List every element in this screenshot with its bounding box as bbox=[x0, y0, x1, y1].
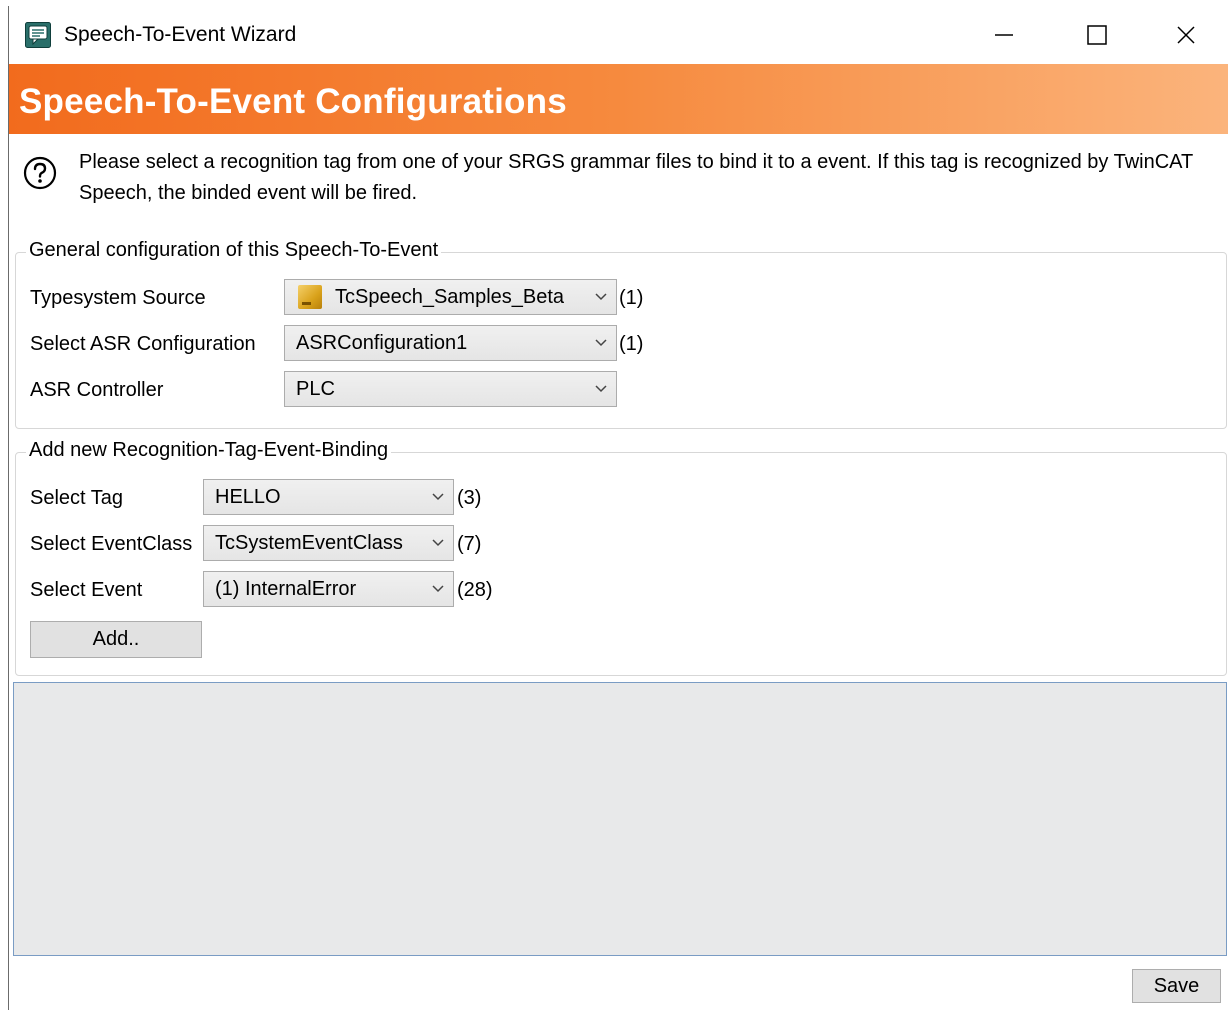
eventclass-select[interactable]: TcSystemEventClass bbox=[203, 525, 454, 561]
event-select[interactable]: (1) InternalError bbox=[203, 571, 454, 607]
minimize-icon bbox=[995, 34, 1013, 36]
add-binding-button[interactable]: Add.. bbox=[30, 621, 202, 658]
group-title-binding: Add new Recognition-Tag-Event-Binding bbox=[26, 439, 392, 462]
event-count: (28) bbox=[457, 579, 493, 601]
chevron-down-icon bbox=[595, 339, 607, 347]
event-value: (1) InternalError bbox=[215, 577, 357, 600]
tag-count: (3) bbox=[457, 487, 482, 509]
asr-controller-label: ASR Controller bbox=[30, 379, 164, 401]
asr-config-value: ASRConfiguration1 bbox=[296, 331, 468, 354]
header-banner: Speech-To-Event Configurations bbox=[9, 64, 1228, 134]
add-binding-group: Add new Recognition-Tag-Event-Binding Se… bbox=[15, 439, 1227, 676]
typesystem-label: Typesystem Source bbox=[30, 287, 206, 309]
general-config-group: General configuration of this Speech-To-… bbox=[15, 239, 1227, 429]
bindings-list[interactable] bbox=[13, 682, 1227, 956]
save-button[interactable]: Save bbox=[1132, 969, 1221, 1003]
tag-value: HELLO bbox=[215, 485, 281, 508]
chevron-down-icon bbox=[432, 493, 444, 501]
wizard-window: Speech-To-Event Wizard Speech-To-Event C… bbox=[8, 6, 1228, 1010]
tag-label: Select Tag bbox=[30, 487, 124, 509]
chevron-down-icon bbox=[595, 385, 607, 393]
asr-config-count: (1) bbox=[619, 333, 644, 355]
close-button[interactable] bbox=[1145, 6, 1227, 64]
title-bar[interactable]: Speech-To-Event Wizard bbox=[9, 6, 1228, 64]
eventclass-value: TcSystemEventClass bbox=[215, 531, 403, 554]
chevron-down-icon bbox=[595, 293, 607, 301]
maximize-button[interactable] bbox=[1056, 6, 1138, 64]
event-label: Select Event bbox=[30, 579, 143, 601]
help-description: Please select a recognition tag from one… bbox=[79, 151, 1193, 204]
maximize-icon bbox=[1087, 25, 1107, 45]
chevron-down-icon bbox=[432, 585, 444, 593]
question-circle-icon bbox=[23, 156, 57, 190]
asr-controller-select[interactable]: PLC bbox=[284, 371, 617, 407]
close-icon bbox=[1177, 26, 1195, 44]
group-title-general: General configuration of this Speech-To-… bbox=[26, 239, 442, 262]
window-title: Speech-To-Event Wizard bbox=[64, 23, 297, 46]
minimize-button[interactable] bbox=[963, 6, 1045, 64]
chevron-down-icon bbox=[432, 539, 444, 547]
speech-bubble-icon bbox=[25, 22, 51, 48]
eventclass-count: (7) bbox=[457, 533, 482, 555]
typesystem-count: (1) bbox=[619, 287, 644, 309]
page-title: Speech-To-Event Configurations bbox=[19, 82, 567, 121]
plc-project-icon bbox=[298, 285, 322, 309]
asr-config-select[interactable]: ASRConfiguration1 bbox=[284, 325, 617, 361]
asr-controller-value: PLC bbox=[296, 377, 335, 400]
typesystem-value: TcSpeech_Samples_Beta bbox=[335, 285, 565, 308]
asr-config-label: Select ASR Configuration bbox=[30, 333, 256, 355]
tag-select[interactable]: HELLO bbox=[203, 479, 454, 515]
typesystem-select[interactable]: TcSpeech_Samples_Beta bbox=[284, 279, 617, 315]
eventclass-label: Select EventClass bbox=[30, 533, 193, 555]
